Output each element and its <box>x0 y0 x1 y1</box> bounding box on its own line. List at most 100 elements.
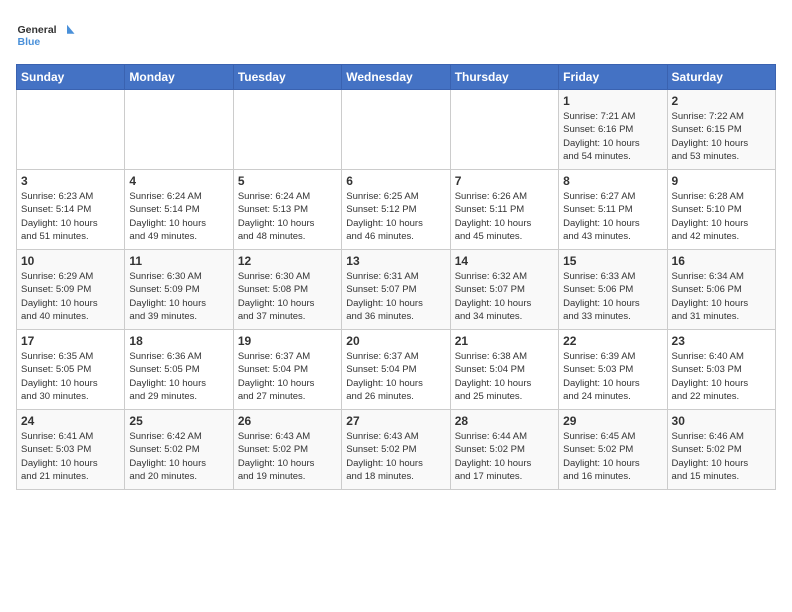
logo-svg: General Blue <box>16 16 76 56</box>
day-info: Sunrise: 7:21 AM Sunset: 6:16 PM Dayligh… <box>563 110 662 163</box>
day-number: 24 <box>21 414 120 428</box>
calendar-cell: 29Sunrise: 6:45 AM Sunset: 5:02 PM Dayli… <box>559 410 667 490</box>
day-info: Sunrise: 6:36 AM Sunset: 5:05 PM Dayligh… <box>129 350 228 403</box>
day-number: 23 <box>672 334 771 348</box>
svg-text:Blue: Blue <box>18 36 41 48</box>
calendar-cell: 23 Sunrise: 6:40 AM Sunset: 5:03 PM Dayli… <box>667 330 775 410</box>
calendar-cell: 8 Sunrise: 6:27 AM Sunset: 5:11 PM Daylig… <box>559 170 667 250</box>
calendar-cell <box>450 90 558 170</box>
day-info: Sunrise: 6:44 AM Sunset: 5:02 PM Dayligh… <box>455 430 554 483</box>
calendar-cell: 17 Sunrise: 6:35 AM Sunset: 5:05 PM Dayli… <box>17 330 125 410</box>
day-number: 21 <box>455 334 554 348</box>
calendar-cell: 22 Sunrise: 6:39 AM Sunset: 5:03 PM Dayli… <box>559 330 667 410</box>
logo: General Blue <box>16 16 76 56</box>
day-info: Sunrise: 6:24 AM Sunset: 5:13 PM Dayligh… <box>238 190 337 243</box>
weekday-header: Sunday <box>17 65 125 90</box>
day-info: Sunrise: 6:41 AM Sunset: 5:03 PM Dayligh… <box>21 430 120 483</box>
day-info: Sunrise: 6:40 AM Sunset: 5:03 PM Dayligh… <box>672 350 771 403</box>
day-info: Sunrise: 6:45 AM Sunset: 5:02 PM Dayligh… <box>563 430 662 483</box>
day-info: Sunrise: 6:28 AM Sunset: 5:10 PM Dayligh… <box>672 190 771 243</box>
day-info: Sunrise: 6:39 AM Sunset: 5:03 PM Dayligh… <box>563 350 662 403</box>
calendar-cell: 6 Sunrise: 6:25 AM Sunset: 5:12 PM Daylig… <box>342 170 450 250</box>
calendar-cell: 25 Sunrise: 6:42 AM Sunset: 5:02 PM Dayli… <box>125 410 233 490</box>
calendar-cell: 5 Sunrise: 6:24 AM Sunset: 5:13 PM Daylig… <box>233 170 341 250</box>
day-number: 1 <box>563 94 662 108</box>
day-info: Sunrise: 6:35 AM Sunset: 5:05 PM Dayligh… <box>21 350 120 403</box>
day-info: Sunrise: 6:43 AM Sunset: 5:02 PM Dayligh… <box>238 430 337 483</box>
calendar-cell: 21 Sunrise: 6:38 AM Sunset: 5:04 PM Dayli… <box>450 330 558 410</box>
calendar-cell <box>342 90 450 170</box>
day-number: 6 <box>346 174 445 188</box>
day-info: Sunrise: 6:29 AM Sunset: 5:09 PM Dayligh… <box>21 270 120 323</box>
day-info: Sunrise: 6:30 AM Sunset: 5:09 PM Dayligh… <box>129 270 228 323</box>
calendar-cell: 9 Sunrise: 6:28 AM Sunset: 5:10 PM Daylig… <box>667 170 775 250</box>
day-info: Sunrise: 6:27 AM Sunset: 5:11 PM Dayligh… <box>563 190 662 243</box>
day-info: Sunrise: 6:31 AM Sunset: 5:07 PM Dayligh… <box>346 270 445 323</box>
day-info: Sunrise: 6:46 AM Sunset: 5:02 PM Dayligh… <box>672 430 771 483</box>
page-header: General Blue <box>16 16 776 56</box>
day-number: 30 <box>672 414 771 428</box>
day-number: 27 <box>346 414 445 428</box>
day-number: 11 <box>129 254 228 268</box>
day-number: 3 <box>21 174 120 188</box>
day-number: 7 <box>455 174 554 188</box>
day-info: Sunrise: 6:33 AM Sunset: 5:06 PM Dayligh… <box>563 270 662 323</box>
day-number: 2 <box>672 94 771 108</box>
calendar-cell: 10 Sunrise: 6:29 AM Sunset: 5:09 PM Dayli… <box>17 250 125 330</box>
calendar-cell: 19 Sunrise: 6:37 AM Sunset: 5:04 PM Dayli… <box>233 330 341 410</box>
calendar-cell: 20 Sunrise: 6:37 AM Sunset: 5:04 PM Dayli… <box>342 330 450 410</box>
day-info: Sunrise: 6:30 AM Sunset: 5:08 PM Dayligh… <box>238 270 337 323</box>
calendar-cell: 26 Sunrise: 6:43 AM Sunset: 5:02 PM Dayli… <box>233 410 341 490</box>
day-number: 19 <box>238 334 337 348</box>
weekday-header: Monday <box>125 65 233 90</box>
calendar-cell: 18 Sunrise: 6:36 AM Sunset: 5:05 PM Dayli… <box>125 330 233 410</box>
day-info: Sunrise: 6:38 AM Sunset: 5:04 PM Dayligh… <box>455 350 554 403</box>
weekday-header: Saturday <box>667 65 775 90</box>
day-number: 8 <box>563 174 662 188</box>
day-info: Sunrise: 6:37 AM Sunset: 5:04 PM Dayligh… <box>346 350 445 403</box>
calendar-cell: 7 Sunrise: 6:26 AM Sunset: 5:11 PM Daylig… <box>450 170 558 250</box>
day-number: 9 <box>672 174 771 188</box>
day-number: 5 <box>238 174 337 188</box>
day-number: 20 <box>346 334 445 348</box>
calendar-cell: 24 Sunrise: 6:41 AM Sunset: 5:03 PM Dayli… <box>17 410 125 490</box>
day-number: 18 <box>129 334 228 348</box>
day-info: Sunrise: 6:42 AM Sunset: 5:02 PM Dayligh… <box>129 430 228 483</box>
day-number: 17 <box>21 334 120 348</box>
calendar-cell: 1 Sunrise: 7:21 AM Sunset: 6:16 PM Daylig… <box>559 90 667 170</box>
day-info: Sunrise: 6:32 AM Sunset: 5:07 PM Dayligh… <box>455 270 554 323</box>
calendar-cell: 27 Sunrise: 6:43 AM Sunset: 5:02 PM Dayli… <box>342 410 450 490</box>
day-info: Sunrise: 6:25 AM Sunset: 5:12 PM Dayligh… <box>346 190 445 243</box>
calendar-cell <box>233 90 341 170</box>
weekday-header: Friday <box>559 65 667 90</box>
day-number: 10 <box>21 254 120 268</box>
calendar-cell: 15 Sunrise: 6:33 AM Sunset: 5:06 PM Dayli… <box>559 250 667 330</box>
calendar-cell: 16 Sunrise: 6:34 AM Sunset: 5:06 PM Dayli… <box>667 250 775 330</box>
weekday-header: Thursday <box>450 65 558 90</box>
calendar-cell <box>17 90 125 170</box>
calendar-cell: 28Sunrise: 6:44 AM Sunset: 5:02 PM Dayli… <box>450 410 558 490</box>
weekday-header: Tuesday <box>233 65 341 90</box>
calendar-cell <box>125 90 233 170</box>
day-number: 14 <box>455 254 554 268</box>
calendar-cell: 14 Sunrise: 6:32 AM Sunset: 5:07 PM Dayli… <box>450 250 558 330</box>
calendar-cell: 11 Sunrise: 6:30 AM Sunset: 5:09 PM Dayli… <box>125 250 233 330</box>
day-info: Sunrise: 6:37 AM Sunset: 5:04 PM Dayligh… <box>238 350 337 403</box>
day-info: Sunrise: 6:34 AM Sunset: 5:06 PM Dayligh… <box>672 270 771 323</box>
day-number: 22 <box>563 334 662 348</box>
day-number: 26 <box>238 414 337 428</box>
calendar-cell: 30 Sunrise: 6:46 AM Sunset: 5:02 PM Dayli… <box>667 410 775 490</box>
weekday-header: Wednesday <box>342 65 450 90</box>
day-info: Sunrise: 6:26 AM Sunset: 5:11 PM Dayligh… <box>455 190 554 243</box>
calendar-table: SundayMondayTuesdayWednesdayThursdayFrid… <box>16 64 776 490</box>
day-number: 13 <box>346 254 445 268</box>
calendar-cell: 4 Sunrise: 6:24 AM Sunset: 5:14 PM Daylig… <box>125 170 233 250</box>
calendar-cell: 2Sunrise: 7:22 AM Sunset: 6:15 PM Daylig… <box>667 90 775 170</box>
calendar-cell: 12Sunrise: 6:30 AM Sunset: 5:08 PM Dayli… <box>233 250 341 330</box>
day-number: 16 <box>672 254 771 268</box>
day-number: 4 <box>129 174 228 188</box>
day-info: Sunrise: 6:43 AM Sunset: 5:02 PM Dayligh… <box>346 430 445 483</box>
day-number: 15 <box>563 254 662 268</box>
day-number: 25 <box>129 414 228 428</box>
day-info: Sunrise: 6:24 AM Sunset: 5:14 PM Dayligh… <box>129 190 228 243</box>
